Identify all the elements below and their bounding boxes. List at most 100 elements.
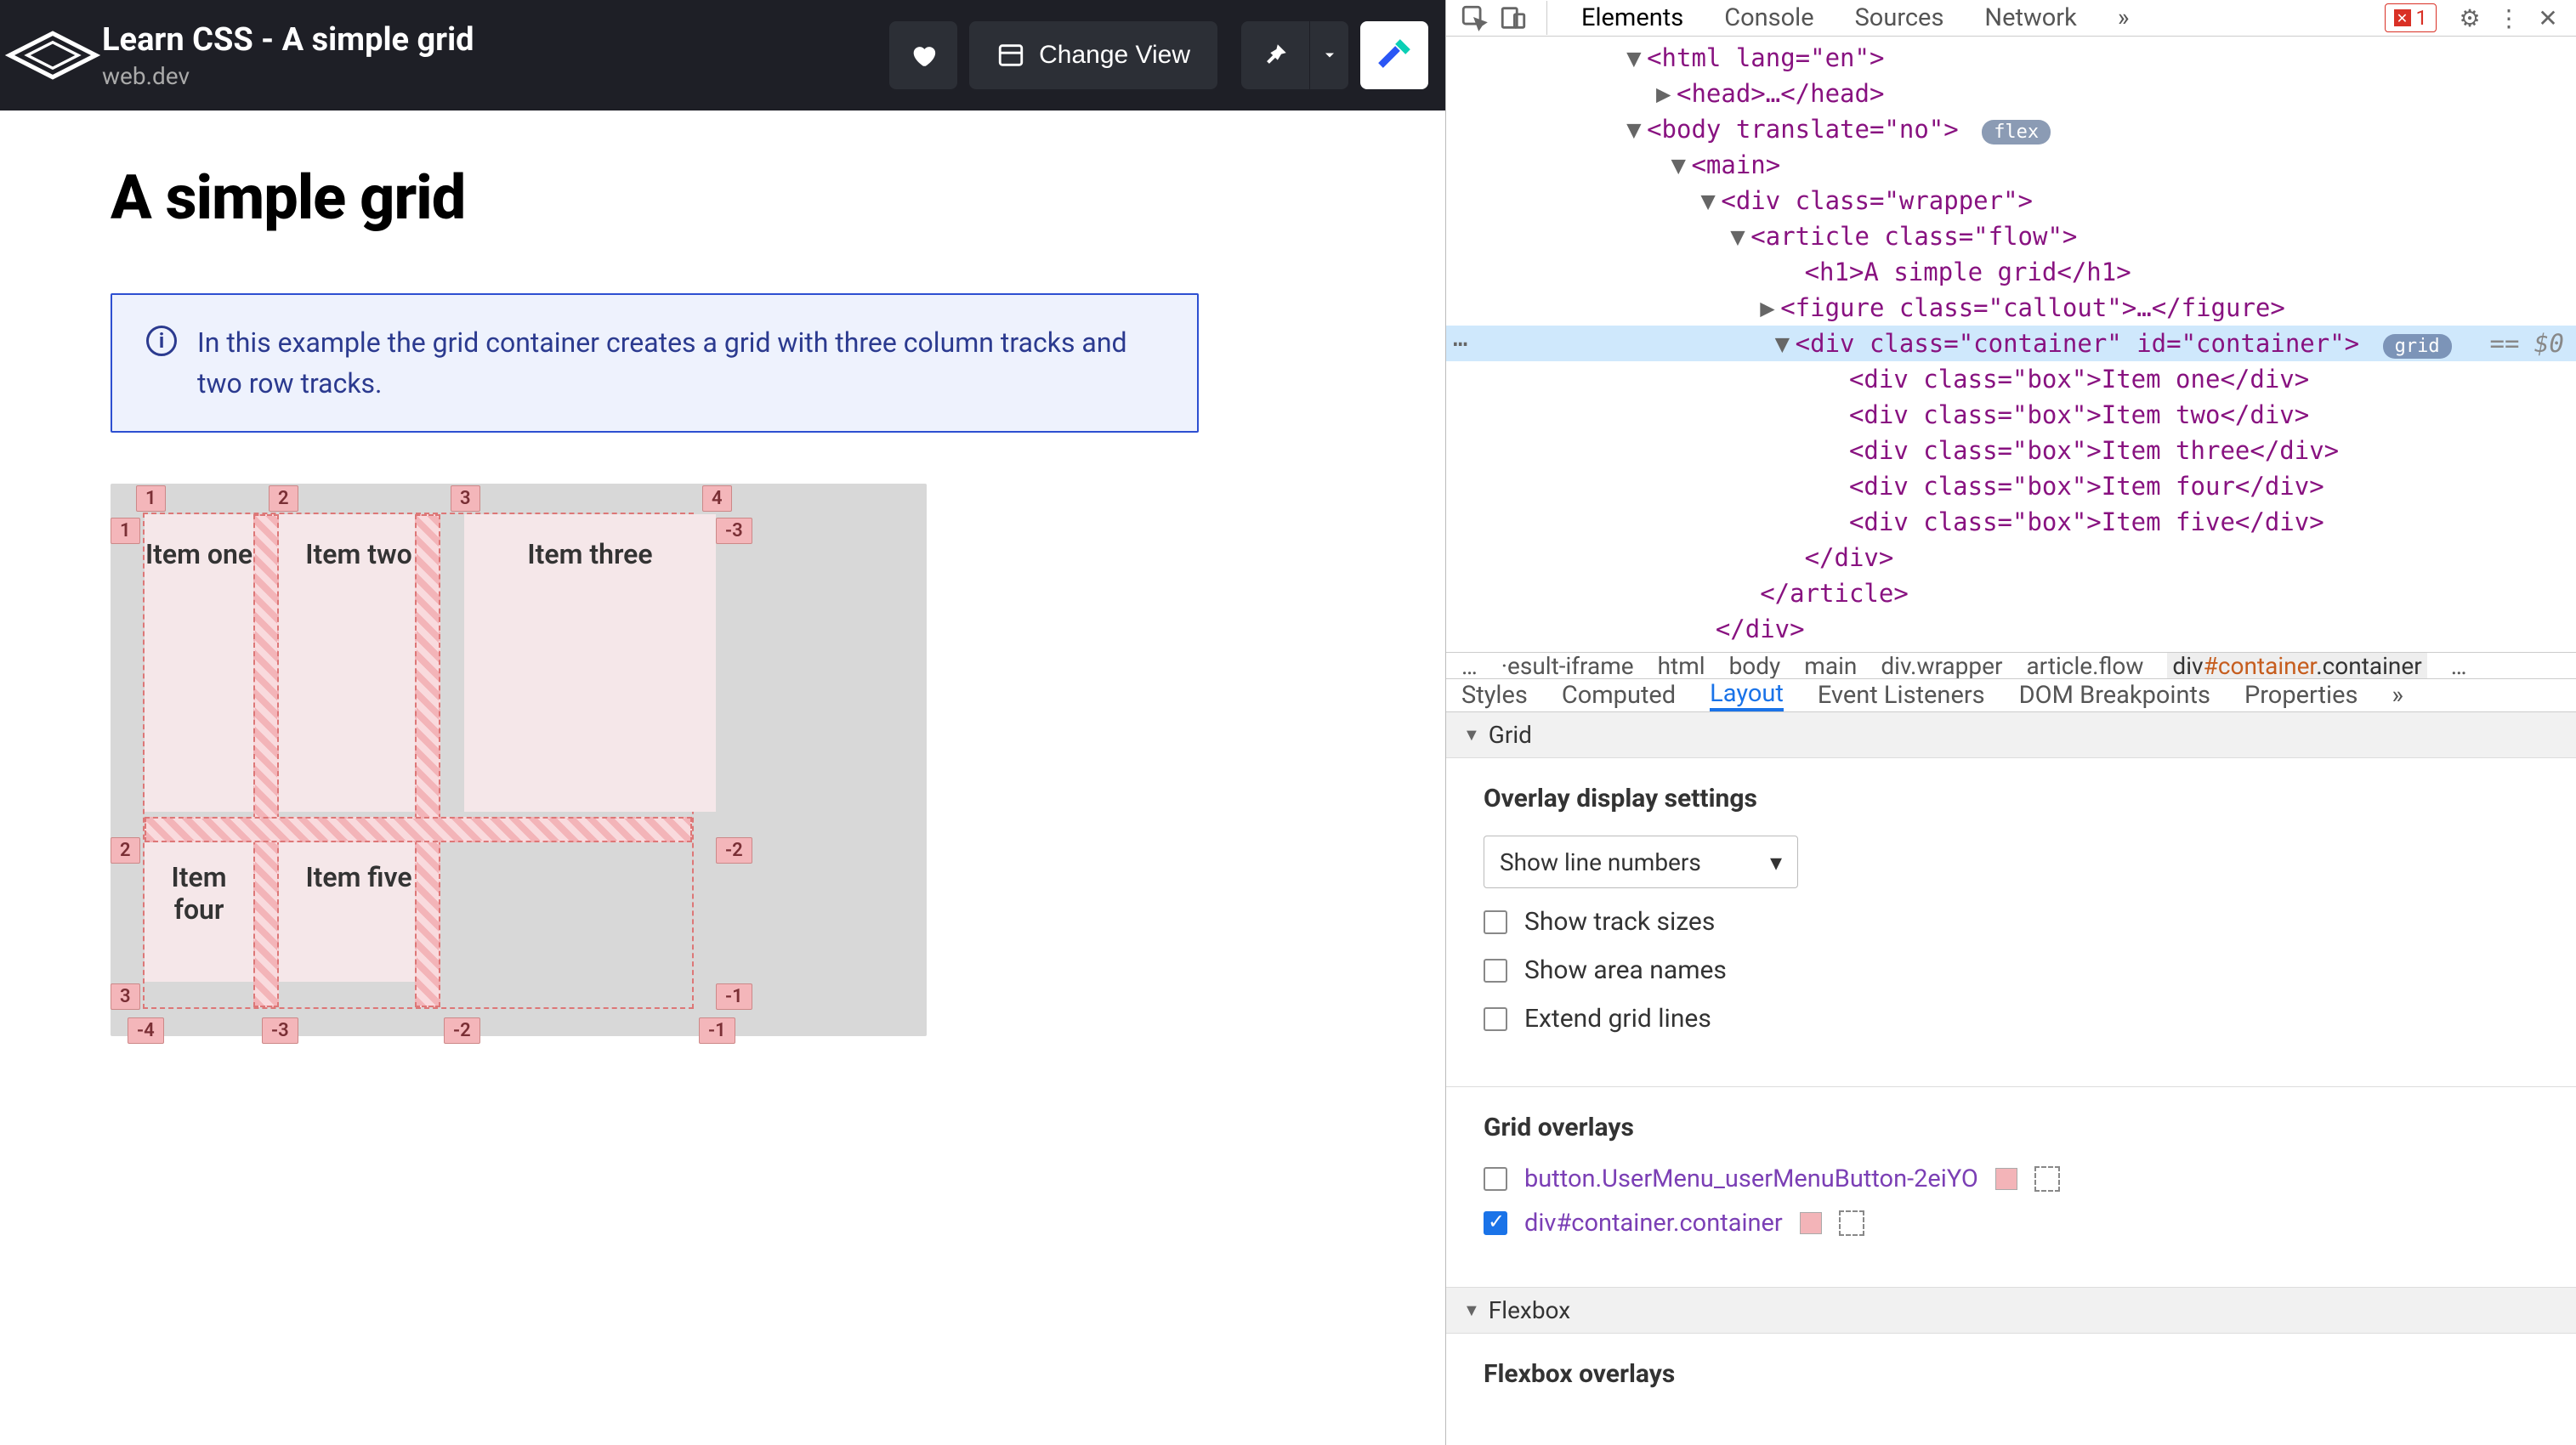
highlight-icon[interactable] [2034,1166,2060,1192]
tab-network[interactable]: Network [1966,0,2095,36]
breadcrumb-item[interactable]: html [1658,652,1705,679]
pin-icon [1261,41,1290,70]
checkbox-label: Show area names [1524,955,1727,985]
color-swatch[interactable] [1800,1212,1822,1234]
grid-cell[interactable]: Item one [145,514,253,812]
inspect-icon[interactable] [1456,0,1492,36]
dom-breadcrumb[interactable]: … ·esult-iframe html body main div.wrapp… [1446,652,2576,679]
grid-overlays-panel: Grid overlays button.UserMenu_userMenuBu… [1446,1087,2576,1288]
layout-icon [996,41,1025,70]
grid-line-label: -2 [716,837,752,864]
breadcrumb-item[interactable]: … [2451,652,2467,679]
grid-cell[interactable]: Item three [464,514,716,812]
arrow-icon [1374,35,1415,76]
close-devtools-icon[interactable]: ✕ [2530,0,2566,36]
subtab-properties[interactable]: Properties [2244,679,2358,711]
grid-line-label: -3 [262,1017,298,1044]
dom-node[interactable]: </article> [1446,575,2576,611]
grid-gap-overlay [253,514,279,1007]
tabs-overflow-button[interactable]: » [2099,0,2148,36]
breadcrumb-item[interactable]: div.wrapper [1881,652,2002,679]
checkbox[interactable] [1484,1007,1507,1031]
breadcrumb-item[interactable]: body [1729,652,1781,679]
subtab-dom-breakpoints[interactable]: DOM Breakpoints [2019,679,2210,711]
flexbox-section-header[interactable]: ▼Flexbox [1446,1288,2576,1334]
separator [1546,1,1547,35]
dom-node[interactable]: </div> [1446,540,2576,575]
info-icon: i [146,326,177,356]
heart-button[interactable] [889,21,957,89]
pin-menu-button[interactable] [1309,21,1348,89]
header-titles: Learn CSS - A simple grid web.dev [102,21,877,90]
tab-sources[interactable]: Sources [1836,0,1963,36]
tab-elements[interactable]: Elements [1563,0,1702,36]
devtools-top-bar: Elements Console Sources Network » ✕1 ⚙ … [1446,0,2576,37]
breadcrumb-item[interactable]: … [1461,652,1478,679]
overlay-checkbox[interactable] [1484,1167,1507,1191]
overlay-checkbox[interactable] [1484,1211,1507,1235]
dom-node-selected[interactable]: ⋯ ▼<div class="container" id="container"… [1446,326,2576,361]
checkbox[interactable] [1484,910,1507,934]
grid-line-label: -1 [699,1017,735,1044]
settings-icon[interactable]: ⚙ [2452,0,2488,36]
dom-node[interactable]: ▼<article class="flow"> [1446,218,2576,254]
kebab-menu-icon[interactable]: ⋮ [2491,0,2527,36]
dom-node[interactable]: <h1>A simple grid</h1> [1446,254,2576,290]
subtab-computed[interactable]: Computed [1562,679,1676,711]
flex-badge[interactable]: flex [1982,120,2051,144]
breadcrumb-item[interactable]: article.flow [2026,652,2143,679]
check-extend-lines[interactable]: Extend grid lines [1484,1004,2539,1034]
dom-node[interactable]: ▼<body translate="no"> flex [1446,111,2576,147]
checkbox[interactable] [1484,959,1507,983]
page-author[interactable]: web.dev [102,62,877,90]
grid-cell[interactable]: Item four [145,837,253,982]
callout-text: In this example the grid container creat… [197,322,1163,404]
pin-button[interactable] [1241,21,1309,89]
styles-subtabs: Styles Computed Layout Event Listeners D… [1446,679,2576,712]
dom-tree[interactable]: ▼<html lang="en"> ▶<head>…</head> ▼<body… [1446,37,2576,652]
breadcrumb-item[interactable]: main [1804,652,1857,679]
grid-line-label: -2 [444,1017,480,1044]
grid-section-header[interactable]: ▼Grid [1446,712,2576,758]
breadcrumb-item-selected[interactable]: div#container.container [2167,652,2426,679]
dom-node[interactable]: <div class="box">Item four</div> [1446,468,2576,504]
dom-node[interactable]: ▶<figure class="callout">…</figure> [1446,290,2576,326]
change-view-button[interactable]: Change View [969,21,1217,89]
flexbox-overlays-panel: Flexbox overlays [1446,1334,2576,1445]
dom-node[interactable]: ▼<html lang="en"> [1446,40,2576,76]
dom-node[interactable]: ▼<div class="wrapper"> [1446,183,2576,218]
subtab-styles[interactable]: Styles [1461,679,1528,711]
subtabs-overflow-button[interactable]: » [2392,679,2403,711]
change-view-label: Change View [1039,41,1190,70]
subtab-event-listeners[interactable]: Event Listeners [1818,679,1985,711]
error-count-badge[interactable]: ✕1 [2385,3,2437,32]
check-track-sizes[interactable]: Show track sizes [1484,907,2539,937]
codepen-logo-icon[interactable] [5,31,100,79]
dom-node[interactable]: </div> [1446,611,2576,647]
extra-action-button[interactable] [1360,21,1428,89]
device-toggle-icon[interactable] [1495,0,1531,36]
checkbox-label: Show track sizes [1524,907,1715,937]
check-area-names[interactable]: Show area names [1484,955,2539,985]
grid-line-label: 1 [111,518,140,544]
dom-node[interactable]: ▼<main> [1446,147,2576,183]
dom-node[interactable]: <div class="box">Item five</div> [1446,504,2576,540]
dom-node[interactable]: <div class="box">Item two</div> [1446,397,2576,433]
dom-node[interactable]: <div class="box">Item one</div> [1446,361,2576,397]
grid-demo-container[interactable]: Item one Item two Item three Item four I… [111,484,927,1036]
overlay-name[interactable]: button.UserMenu_userMenuButton-2eiYO [1524,1164,1978,1193]
flexbox-overlays-heading: Flexbox overlays [1484,1359,2539,1389]
dom-node[interactable]: ▶<head>…</head> [1446,76,2576,111]
dollar-zero: == $0 [2490,329,2564,358]
overlay-name[interactable]: div#container.container [1524,1209,1783,1238]
grid-badge[interactable]: grid [2383,334,2452,359]
line-numbers-select[interactable]: Show line numbers ▾ [1484,836,1798,888]
subtab-layout[interactable]: Layout [1710,679,1784,711]
highlight-icon[interactable] [1839,1210,1864,1236]
select-value: Show line numbers [1500,848,1701,876]
color-swatch[interactable] [1995,1168,2017,1190]
tab-console[interactable]: Console [1705,0,1832,36]
breadcrumb-item[interactable]: ·esult-iframe [1501,652,1634,679]
dom-node[interactable]: <div class="box">Item three</div> [1446,433,2576,468]
grid-line-label: 2 [111,837,140,864]
